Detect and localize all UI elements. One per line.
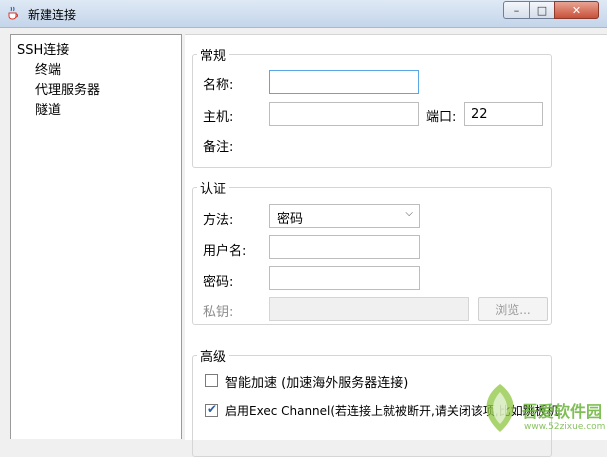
- private-key-label: 私钥:: [203, 305, 234, 320]
- maximize-button[interactable]: □: [529, 1, 555, 19]
- window-title: 新建连接: [28, 8, 77, 22]
- general-group-title: 常规: [197, 45, 230, 64]
- port-label: 端口:: [426, 110, 457, 125]
- ssh-settings-panel: 常规 名称: 主机: 端口: 备注: 认证 方法: 密码 ⌵ 用户名: 密码: …: [185, 34, 607, 457]
- smart-accel-checkbox[interactable]: [205, 374, 218, 387]
- close-button[interactable]: ✕: [554, 1, 599, 19]
- smart-accel-label[interactable]: 智能加速 (加速海外服务器连接): [225, 372, 408, 391]
- minimize-button[interactable]: –: [503, 1, 530, 19]
- exec-channel-label[interactable]: 启用Exec Channel(若连接上就被断开,请关闭该项,比如跳板机: [225, 402, 559, 419]
- private-key-input[interactable]: [269, 297, 469, 321]
- auth-method-select[interactable]: 密码 ⌵: [269, 204, 420, 228]
- note-label: 备注:: [203, 140, 234, 155]
- note-input[interactable]: [269, 132, 451, 156]
- java-cup-icon: [8, 6, 18, 20]
- password-label: 密码:: [203, 275, 234, 290]
- host-input[interactable]: [269, 102, 419, 126]
- port-input[interactable]: [464, 102, 543, 126]
- chevron-down-icon: ⌵: [405, 208, 413, 219]
- connection-settings-tree: SSH连接 终端 代理服务器 隧道: [10, 34, 182, 439]
- tree-item-terminal[interactable]: 终端: [35, 59, 61, 78]
- title-bar[interactable]: 新建连接 – □ ✕: [0, 0, 607, 28]
- tree-item-ssh[interactable]: SSH连接: [17, 39, 69, 58]
- username-input[interactable]: [269, 235, 420, 259]
- minimize-icon: –: [513, 3, 520, 17]
- username-label: 用户名:: [203, 244, 247, 259]
- name-input[interactable]: [269, 70, 419, 94]
- advanced-group-title: 高级: [197, 346, 230, 365]
- checkmark-icon: ✔: [207, 402, 218, 416]
- browse-button[interactable]: 浏览...: [478, 297, 548, 321]
- tree-item-proxy[interactable]: 代理服务器: [35, 79, 100, 98]
- exec-channel-checkbox[interactable]: ✔: [205, 402, 218, 417]
- host-label: 主机:: [203, 110, 234, 125]
- tree-item-tunnel[interactable]: 隧道: [35, 99, 61, 118]
- auth-method-value: 密码: [277, 212, 304, 227]
- close-icon: ✕: [571, 3, 582, 17]
- auth-method-label: 方法:: [203, 213, 234, 228]
- name-label: 名称:: [203, 78, 234, 93]
- auth-group-title: 认证: [197, 178, 230, 197]
- password-input[interactable]: [269, 266, 420, 290]
- maximize-icon: □: [536, 3, 548, 17]
